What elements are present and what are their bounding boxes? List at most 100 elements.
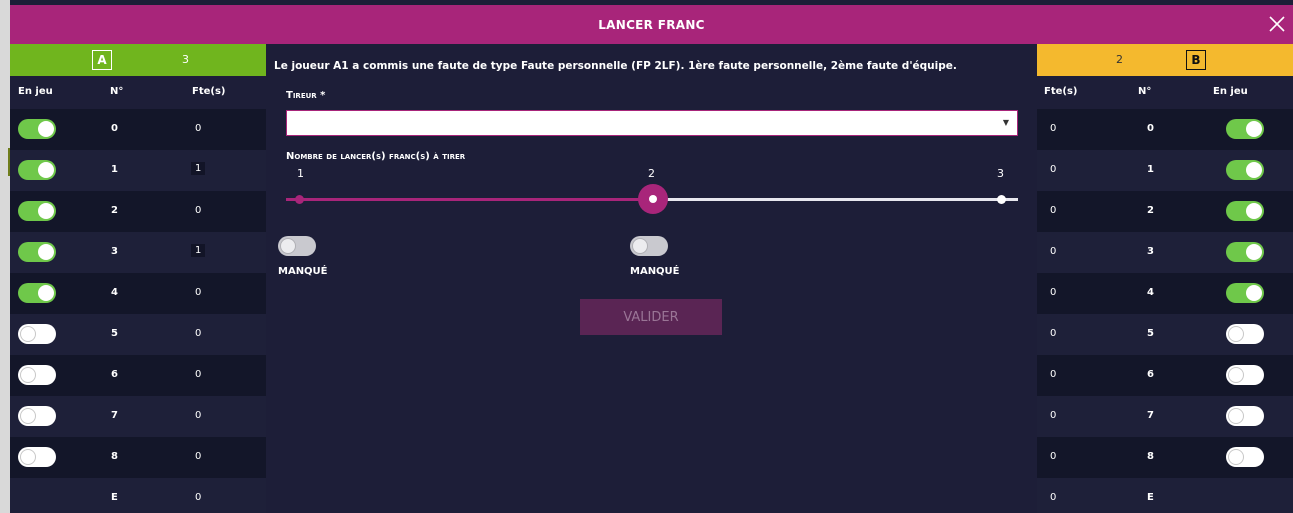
player-number: 2: [1147, 205, 1154, 216]
player-fouls: 0: [1050, 451, 1057, 462]
player-row: 50: [10, 314, 266, 355]
player-row: 50: [1037, 314, 1293, 355]
team-b-fouls: 2: [1116, 53, 1123, 66]
en-jeu-toggle[interactable]: [1226, 160, 1264, 180]
player-row: 31: [10, 232, 266, 273]
en-jeu-toggle[interactable]: [1226, 283, 1264, 303]
player-row: 20: [10, 191, 266, 232]
toggle-knob: [20, 367, 36, 383]
player-row: 40: [1037, 273, 1293, 314]
en-jeu-toggle[interactable]: [1226, 324, 1264, 344]
en-jeu-toggle[interactable]: [1226, 201, 1264, 221]
en-jeu-toggle[interactable]: [18, 365, 56, 385]
player-number: 3: [111, 246, 118, 257]
en-jeu-toggle[interactable]: [18, 324, 56, 344]
player-row: E0: [1037, 478, 1293, 513]
team-a-panel: A 3 En jeu N° Fte(s) 001120314050607080E…: [10, 44, 266, 513]
player-fouls: 0: [195, 492, 202, 503]
col-fouls: Fte(s): [1044, 86, 1078, 97]
toggle-knob: [1228, 408, 1244, 424]
player-row: 60: [10, 355, 266, 396]
toggle-knob: [1246, 121, 1262, 137]
missed-label-1: MANQUÉ: [278, 266, 328, 277]
nombre-label: Nombre de lancer(s) franc(s) à tirer: [286, 151, 466, 162]
player-fouls: 1: [191, 244, 206, 257]
slider-stop-3[interactable]: [997, 195, 1006, 204]
player-number: 7: [111, 410, 118, 421]
col-number: N°: [1138, 86, 1152, 97]
en-jeu-toggle[interactable]: [1226, 119, 1264, 139]
team-a-header: A 3: [10, 44, 266, 76]
player-fouls: 0: [1050, 410, 1057, 421]
player-row: 11: [10, 150, 266, 191]
player-number: 2: [111, 205, 118, 216]
toggle-knob: [1246, 162, 1262, 178]
toggle-knob: [1246, 285, 1262, 301]
player-number: 6: [111, 369, 118, 380]
player-number: 1: [1147, 164, 1154, 175]
en-jeu-toggle[interactable]: [1226, 365, 1264, 385]
toggle-knob: [38, 162, 54, 178]
player-number: 4: [111, 287, 118, 298]
player-fouls: 0: [195, 369, 202, 380]
missed-toggle-2[interactable]: [630, 236, 668, 256]
en-jeu-toggle[interactable]: [18, 160, 56, 180]
player-number: 8: [111, 451, 118, 462]
en-jeu-toggle[interactable]: [1226, 242, 1264, 262]
en-jeu-toggle[interactable]: [18, 201, 56, 221]
toggle-knob: [38, 285, 54, 301]
player-number: E: [111, 492, 118, 503]
slider-tick-2: 2: [648, 167, 655, 180]
window-edge-strip: [0, 0, 10, 513]
team-b-header: 2 B: [1037, 44, 1293, 76]
player-fouls: 0: [195, 287, 202, 298]
en-jeu-toggle[interactable]: [18, 447, 56, 467]
free-throw-modal: LANCER FRANC A 3 En jeu N° Fte(s) 001120…: [10, 5, 1293, 513]
missed-toggle-1[interactable]: [278, 236, 316, 256]
player-row: 00: [1037, 109, 1293, 150]
player-row: 60: [1037, 355, 1293, 396]
player-row: E0: [10, 478, 266, 513]
player-fouls: 0: [1050, 287, 1057, 298]
slider-stop-1[interactable]: [295, 195, 304, 204]
player-number: 7: [1147, 410, 1154, 421]
player-row: 40: [10, 273, 266, 314]
en-jeu-toggle[interactable]: [1226, 406, 1264, 426]
player-number: 0: [111, 123, 118, 134]
tireur-select[interactable]: ▼: [286, 110, 1018, 136]
player-fouls: 0: [1050, 123, 1057, 134]
team-a-roster: 001120314050607080E0: [10, 109, 266, 513]
slider-track-empty[interactable]: [652, 198, 1018, 201]
slider-track-filled[interactable]: [286, 198, 652, 201]
en-jeu-toggle[interactable]: [18, 119, 56, 139]
player-number: 5: [111, 328, 118, 339]
player-number: 0: [1147, 123, 1154, 134]
player-fouls: 0: [1050, 205, 1057, 216]
player-fouls: 0: [1050, 328, 1057, 339]
toggle-knob: [1228, 449, 1244, 465]
col-fouls: Fte(s): [192, 86, 226, 97]
player-number: 3: [1147, 246, 1154, 257]
en-jeu-toggle[interactable]: [18, 242, 56, 262]
en-jeu-toggle[interactable]: [18, 283, 56, 303]
player-row: 20: [1037, 191, 1293, 232]
toggle-knob: [38, 121, 54, 137]
toggle-knob: [1246, 244, 1262, 260]
player-number: E: [1147, 492, 1154, 503]
team-a-fouls: 3: [182, 53, 189, 66]
player-number: 5: [1147, 328, 1154, 339]
toggle-knob: [1228, 326, 1244, 342]
slider-handle[interactable]: [638, 184, 668, 214]
player-fouls: 0: [195, 205, 202, 216]
valider-button[interactable]: VALIDER: [580, 299, 722, 335]
toggle-knob: [1228, 367, 1244, 383]
close-icon[interactable]: [1267, 14, 1287, 34]
modal-title: LANCER FRANC: [598, 17, 705, 32]
player-number: 6: [1147, 369, 1154, 380]
en-jeu-toggle[interactable]: [1226, 447, 1264, 467]
slider-tick-3: 3: [997, 167, 1004, 180]
player-fouls: 0: [1050, 369, 1057, 380]
en-jeu-toggle[interactable]: [18, 406, 56, 426]
toggle-knob: [38, 203, 54, 219]
player-fouls: 1: [191, 162, 206, 175]
